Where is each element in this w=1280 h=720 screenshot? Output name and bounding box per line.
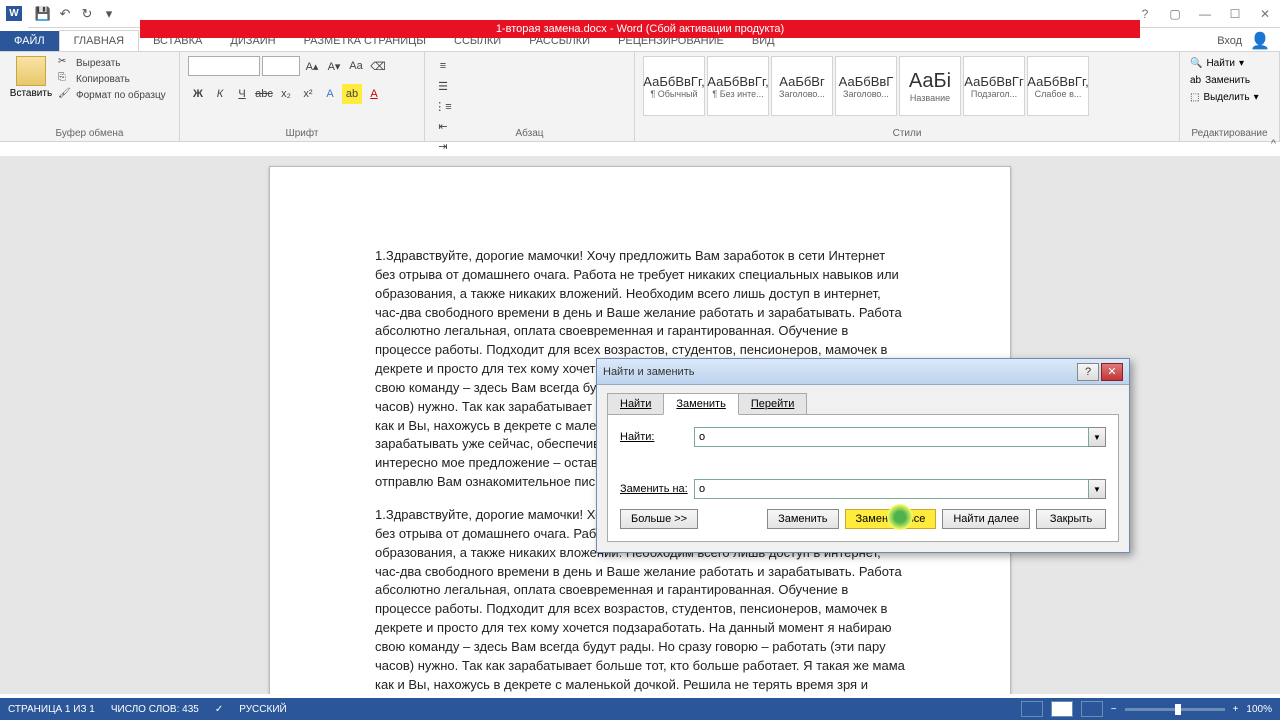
find-replace-dialog: Найти и заменить ? ✕ Найти Заменить Пере… (596, 358, 1130, 553)
proofing-icon[interactable]: ✓ (215, 704, 223, 715)
title-bar: W 💾 ↶ ↻ ▾ 1-вторая замена.docx - Word (С… (0, 0, 1280, 28)
tab-file[interactable]: ФАЙЛ (0, 31, 59, 51)
font-name-input[interactable] (188, 56, 260, 76)
dialog-tab-goto[interactable]: Перейти (738, 393, 808, 415)
replace-icon: ab (1190, 75, 1201, 86)
quick-access-toolbar: 💾 ↶ ↻ ▾ (28, 5, 124, 23)
word-app-icon: W (0, 0, 28, 28)
close-dialog-button[interactable]: Закрыть (1036, 509, 1106, 529)
ribbon-display-icon[interactable]: ▢ (1160, 3, 1190, 25)
save-icon[interactable]: 💾 (34, 5, 52, 23)
window-title: 1-вторая замена.docx - Word (Сбой актива… (140, 20, 1140, 38)
replace-all-button[interactable]: Заменить все (845, 509, 937, 529)
bold-icon[interactable]: Ж (188, 84, 208, 104)
numbering-icon[interactable]: ☰ (433, 76, 453, 96)
scissors-icon: ✂ (58, 56, 72, 70)
paste-icon (16, 56, 46, 86)
signin-link[interactable]: Вход (1217, 35, 1242, 47)
redo-icon[interactable]: ↻ (78, 5, 96, 23)
collapse-ribbon-icon[interactable]: ^ (1271, 138, 1276, 150)
group-paragraph: ≡ ☰ ⋮≡ ⇤ ⇥ A↓ ¶ ≡ ≡ ≡ ≡ ‡≡ ◧ ⊞ Абзац (425, 52, 635, 141)
copy-button[interactable]: ⎘Копировать (58, 72, 166, 86)
qat-more-icon[interactable]: ▾ (100, 5, 118, 23)
tab-home[interactable]: ГЛАВНАЯ (59, 30, 139, 51)
style-item[interactable]: АаБбВвГг,¶ Обычный (643, 56, 705, 116)
group-styles: АаБбВвГг,¶ ОбычныйАаБбВвГг,¶ Без инте...… (635, 52, 1180, 141)
dialog-titlebar[interactable]: Найти и заменить ? ✕ (597, 359, 1129, 385)
underline-icon[interactable]: Ч (232, 84, 252, 104)
language-status[interactable]: РУССКИЙ (239, 704, 286, 715)
bullets-icon[interactable]: ≡ (433, 56, 453, 76)
close-window-icon[interactable]: ✕ (1250, 3, 1280, 25)
print-layout-icon[interactable] (1051, 701, 1073, 717)
word-count[interactable]: ЧИСЛО СЛОВ: 435 (111, 704, 199, 715)
increase-indent-icon[interactable]: ⇥ (433, 136, 453, 156)
style-item[interactable]: АаБбВвГг,¶ Без инте... (707, 56, 769, 116)
strike-icon[interactable]: abc (254, 84, 274, 104)
select-button[interactable]: ⬚Выделить▾ (1188, 90, 1271, 105)
window-controls: ? ▢ — ☐ ✕ (1130, 3, 1280, 25)
status-bar: СТРАНИЦА 1 ИЗ 1 ЧИСЛО СЛОВ: 435 ✓ РУССКИ… (0, 698, 1280, 720)
replace-button[interactable]: abЗаменить (1188, 73, 1271, 88)
find-input[interactable] (694, 427, 1089, 447)
paste-button[interactable]: Вставить (8, 56, 54, 137)
page-status[interactable]: СТРАНИЦА 1 ИЗ 1 (8, 704, 95, 715)
format-painter-button[interactable]: 🖌Формат по образцу (58, 88, 166, 102)
ribbon: Вставить ✂Вырезать ⎘Копировать 🖌Формат п… (0, 52, 1280, 142)
dialog-tab-replace[interactable]: Заменить (663, 393, 738, 415)
font-size-input[interactable] (262, 56, 300, 76)
dialog-help-icon[interactable]: ? (1077, 363, 1099, 381)
font-color-icon[interactable]: A (364, 84, 384, 104)
maximize-icon[interactable]: ☐ (1220, 3, 1250, 25)
clear-format-icon[interactable]: ⌫ (368, 56, 388, 76)
style-item[interactable]: АаБбВвГг,Слабое в... (1027, 56, 1089, 116)
cut-button[interactable]: ✂Вырезать (58, 56, 166, 70)
group-clipboard: Вставить ✂Вырезать ⎘Копировать 🖌Формат п… (0, 52, 180, 141)
style-item[interactable]: АаБіНазвание (899, 56, 961, 116)
highlight-icon[interactable]: ab (342, 84, 362, 104)
find-button[interactable]: 🔍Найти▾ (1188, 56, 1271, 71)
replace-label: Заменить на: (620, 483, 694, 495)
group-font: A▴ A▾ Aa ⌫ Ж К Ч abc x₂ x² A ab A Шрифт (180, 52, 425, 141)
multilevel-icon[interactable]: ⋮≡ (433, 96, 453, 116)
replace-input[interactable] (694, 479, 1089, 499)
change-case-icon[interactable]: Aa (346, 56, 366, 76)
find-dropdown-icon[interactable]: ▼ (1089, 427, 1106, 447)
zoom-slider[interactable] (1125, 708, 1225, 711)
group-editing: 🔍Найти▾ abЗаменить ⬚Выделить▾ Редактиров… (1180, 52, 1280, 141)
find-label: Найти: (620, 431, 694, 443)
italic-icon[interactable]: К (210, 84, 230, 104)
superscript-icon[interactable]: x² (298, 84, 318, 104)
zoom-out-icon[interactable]: − (1111, 704, 1117, 715)
style-item[interactable]: АаБбВгЗаголово... (771, 56, 833, 116)
dialog-close-icon[interactable]: ✕ (1101, 363, 1123, 381)
undo-icon[interactable]: ↶ (56, 5, 74, 23)
replace-dropdown-icon[interactable]: ▼ (1089, 479, 1106, 499)
zoom-value[interactable]: 100% (1246, 704, 1272, 715)
user-icon[interactable]: 👤 (1250, 31, 1270, 51)
copy-icon: ⎘ (58, 72, 72, 86)
increase-font-icon[interactable]: A▴ (302, 56, 322, 76)
web-layout-icon[interactable] (1081, 701, 1103, 717)
style-item[interactable]: АаБбВвГЗаголово... (835, 56, 897, 116)
find-next-button[interactable]: Найти далее (942, 509, 1030, 529)
zoom-in-icon[interactable]: + (1233, 704, 1239, 715)
cursor-icon: ⬚ (1190, 92, 1199, 103)
decrease-font-icon[interactable]: A▾ (324, 56, 344, 76)
minimize-icon[interactable]: — (1190, 3, 1220, 25)
text-effects-icon[interactable]: A (320, 84, 340, 104)
binoculars-icon: 🔍 (1190, 58, 1202, 69)
more-button[interactable]: Больше >> (620, 509, 698, 529)
brush-icon: 🖌 (58, 88, 72, 102)
read-mode-icon[interactable] (1021, 701, 1043, 717)
subscript-icon[interactable]: x₂ (276, 84, 296, 104)
style-item[interactable]: АаБбВвГгПодзагол... (963, 56, 1025, 116)
dialog-tab-find[interactable]: Найти (607, 393, 664, 415)
dialog-title-text: Найти и заменить (603, 366, 694, 378)
replace-one-button[interactable]: Заменить (767, 509, 838, 529)
